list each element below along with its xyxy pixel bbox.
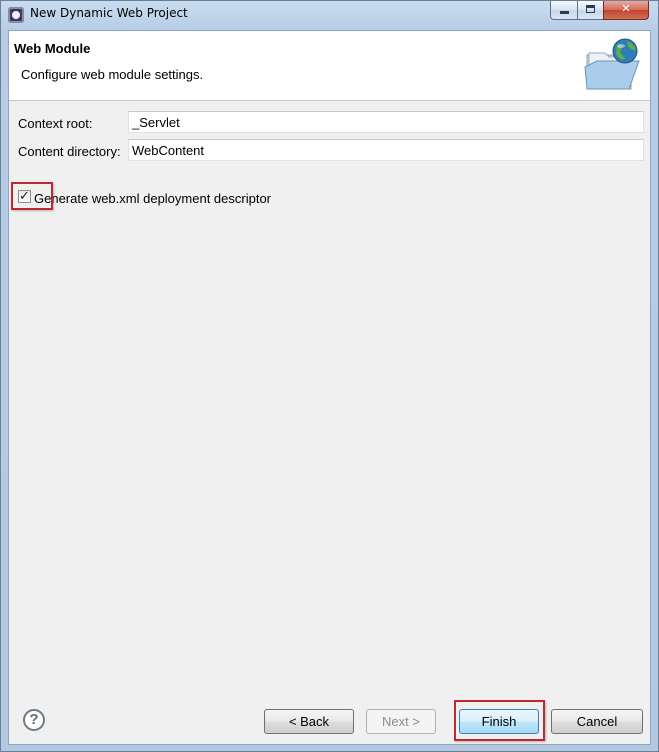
close-button[interactable]: ✕ <box>603 1 649 20</box>
minimize-icon <box>560 11 569 14</box>
close-icon: ✕ <box>621 3 631 15</box>
wizard-header: Web Module Configure web module settings… <box>9 31 650 101</box>
generate-descriptor-label[interactable]: Generate web.xml deployment descriptor <box>34 191 271 206</box>
finish-highlight <box>454 700 545 741</box>
maximize-icon <box>586 5 595 13</box>
checkbox-highlight <box>11 182 53 210</box>
minimize-button[interactable] <box>550 1 578 20</box>
dialog-window: New Dynamic Web Project ✕ Web Module Con… <box>0 0 659 752</box>
context-root-label: Context root: <box>18 116 93 131</box>
context-root-field[interactable]: _Servlet <box>128 111 644 133</box>
page-title: Web Module <box>14 41 91 56</box>
eclipse-icon <box>8 7 24 23</box>
window-title: New Dynamic Web Project <box>30 6 188 20</box>
maximize-button[interactable] <box>577 1 604 20</box>
back-button[interactable]: < Back <box>264 709 354 734</box>
dialog-body: Web Module Configure web module settings… <box>8 30 651 745</box>
page-description: Configure web module settings. <box>21 67 204 82</box>
cancel-button[interactable]: Cancel <box>551 709 643 734</box>
next-button[interactable]: Next > <box>366 709 436 734</box>
content-directory-field[interactable]: WebContent <box>128 139 644 161</box>
content-directory-label: Content directory: <box>18 144 121 159</box>
help-icon[interactable]: ? <box>23 709 45 731</box>
title-bar[interactable]: New Dynamic Web Project ✕ <box>1 1 658 29</box>
web-folder-globe-icon <box>584 38 640 90</box>
